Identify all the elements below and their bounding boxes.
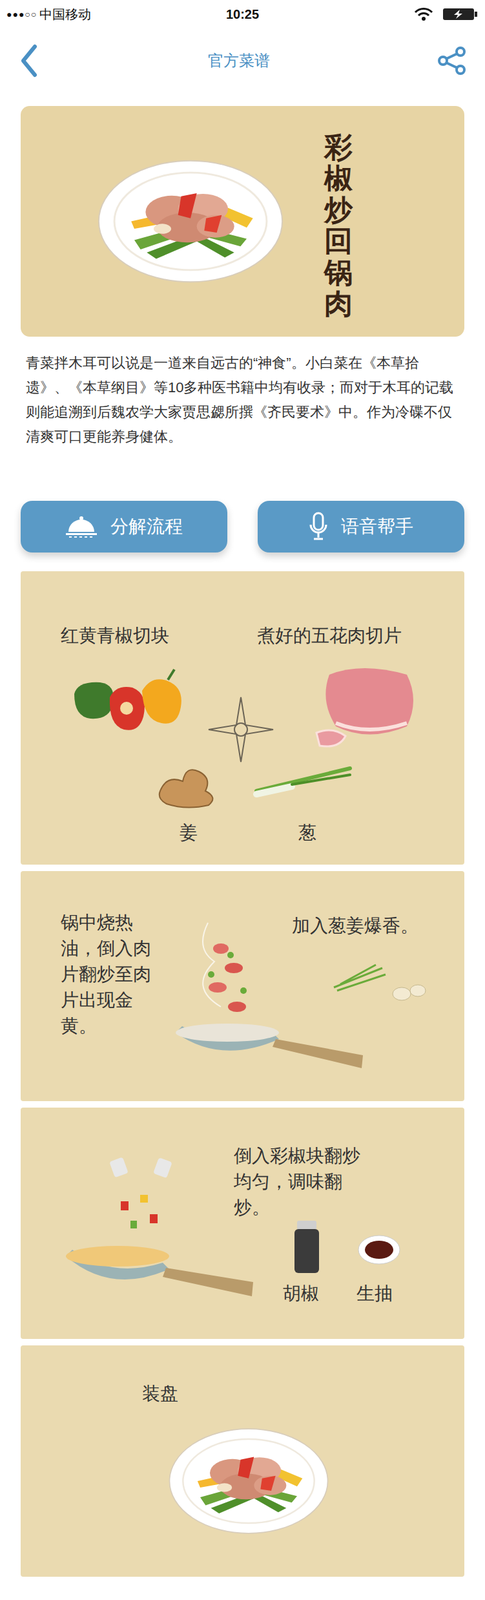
dish-picture	[96, 158, 285, 285]
step-text: 倒入彩椒块翻炒均匀，调味翻炒。	[233, 1142, 363, 1220]
pepper-shaker-icon	[290, 1216, 323, 1275]
dish-picture	[167, 1425, 330, 1536]
soy-sauce-icon	[356, 1232, 402, 1266]
step-text: 煮好的五花肉切片	[257, 622, 402, 649]
cloche-icon	[65, 514, 98, 538]
recipe-title: 彩椒炒回锅肉	[324, 131, 353, 320]
status-right	[336, 7, 479, 22]
condiment-label: 生抽	[356, 1279, 393, 1306]
status-bar: ●●●○○中国移动 10:25	[0, 0, 485, 29]
ingredient-label: 姜	[179, 819, 198, 846]
steps-button[interactable]: 分解流程	[20, 500, 228, 553]
signal-dots: ●●●○○	[6, 7, 37, 22]
step-list: 红黄青椒切块 煮好的五花肉切片姜 葱锅中烧热油，倒入肉片翻炒至肉片出现金黄。 加入葱姜…	[0, 570, 485, 1576]
step-card: 红黄青椒切块 煮好的五花肉切片姜 葱	[20, 570, 465, 865]
hero-card: 彩椒炒回锅肉	[20, 105, 465, 337]
wok-icon	[169, 909, 363, 1078]
step-text: 锅中烧热油，倒入肉片翻炒至肉片出现金黄。	[60, 909, 158, 1039]
step-text: 装盘	[142, 1380, 179, 1406]
battery-icon	[442, 7, 479, 22]
pork-icon	[309, 661, 420, 752]
condiment-label: 胡椒	[282, 1279, 320, 1306]
compass-icon	[205, 693, 277, 765]
recipe-description: 青菜拌木耳可以说是一道来自远古的“神食”。小白菜在《本草拾遗》、《本草纲目》等1…	[0, 336, 485, 449]
carrier: 中国移动	[39, 4, 92, 24]
peppers-icon	[71, 667, 188, 739]
button-label: 分解流程	[110, 512, 183, 540]
step-card: 装盘	[20, 1344, 465, 1576]
step-text: 加入葱姜爆香。	[291, 912, 419, 939]
microphone-icon	[308, 511, 329, 542]
status-left: ●●●○○中国移动	[6, 4, 149, 24]
share-icon[interactable]	[437, 45, 467, 76]
step-text: 红黄青椒切块	[60, 622, 170, 649]
step-card: 锅中烧热油，倒入肉片翻炒至肉片出现金黄。 加入葱姜爆香。	[20, 870, 465, 1101]
ginger-icon	[153, 758, 225, 810]
wok-icon	[59, 1152, 267, 1314]
scallion-icon	[253, 761, 357, 801]
back-icon[interactable]	[18, 43, 41, 78]
wifi-icon	[413, 7, 434, 22]
action-buttons: 分解流程 语音帮手	[0, 500, 485, 553]
step-card: 倒入彩椒块翻炒均匀，调味翻炒。胡椒 生抽	[20, 1106, 465, 1339]
scallion-ginger-icon	[330, 954, 428, 1007]
button-label: 语音帮手	[340, 512, 414, 540]
clock: 10:25	[226, 4, 259, 24]
page-title: 官方菜谱	[207, 49, 270, 73]
nav-bar: 官方菜谱	[0, 28, 485, 93]
voice-button[interactable]: 语音帮手	[257, 500, 465, 553]
ingredient-label: 葱	[298, 819, 317, 846]
